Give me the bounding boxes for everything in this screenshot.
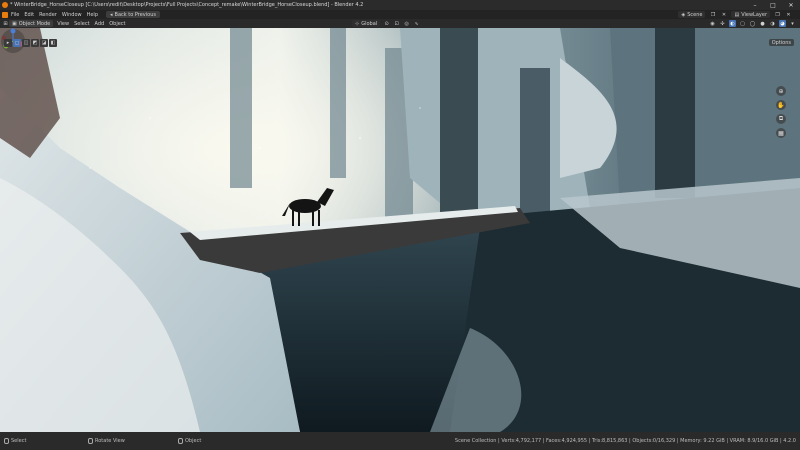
scene-icon: ◈ xyxy=(681,11,686,18)
orientation-selector[interactable]: ⊹ Global xyxy=(352,20,381,27)
pivot-icon[interactable]: ⊙ xyxy=(383,20,390,27)
menu-file[interactable]: File xyxy=(11,12,19,18)
toggle-toolbar-icon[interactable]: ▸ xyxy=(4,39,12,47)
back-icon: ◂ xyxy=(110,11,113,18)
status-bar: Select Rotate View Object Scene Collecti… xyxy=(0,432,800,450)
orientation-icon: ⊹ xyxy=(355,20,360,27)
delete-view-layer-icon[interactable]: ✕ xyxy=(785,11,792,18)
back-label: Back to Previous xyxy=(114,11,156,18)
pan-hand-icon[interactable]: ✋ xyxy=(776,100,786,110)
shading-dropdown-icon[interactable]: ▾ xyxy=(789,20,796,27)
scene-selector[interactable]: ◈ Scene xyxy=(678,11,706,18)
rendered-scene xyxy=(0,28,800,432)
orientation-label: Global xyxy=(361,20,378,27)
object-mode-icon: ▣ xyxy=(12,20,17,27)
viewport-header: ⊞ ▣ Object Mode View Select Add Object ⊹… xyxy=(0,19,800,28)
status-object: Object xyxy=(178,438,201,444)
select-box-icon[interactable]: ◻ xyxy=(13,39,21,47)
close-button[interactable]: ✕ xyxy=(782,0,800,10)
select-intersect-icon[interactable]: ◧ xyxy=(49,39,57,47)
transform-controls: ⊹ Global ⊙ ⊡ ◎ ∿ xyxy=(352,20,420,27)
options-button[interactable]: Options xyxy=(768,39,794,46)
menu-bar: File Edit Render Window Help ◂ Back to P… xyxy=(0,10,800,19)
falloff-icon[interactable]: ∿ xyxy=(413,20,420,27)
menu-object[interactable]: Object xyxy=(109,21,125,27)
scene-name: Scene xyxy=(687,11,703,18)
right-mouse-icon xyxy=(178,438,183,444)
select-subtract-icon[interactable]: ◩ xyxy=(31,39,39,47)
overlay-icon[interactable]: ◐ xyxy=(729,20,736,27)
menu-render[interactable]: Render xyxy=(39,12,57,18)
view-layer-name: ViewLayer xyxy=(741,11,767,18)
mode-selector[interactable]: ▣ Object Mode xyxy=(9,20,54,27)
status-select: Select xyxy=(4,438,26,444)
window-controls: – □ ✕ xyxy=(746,0,800,10)
menu-add[interactable]: Add xyxy=(95,21,105,27)
menu-edit[interactable]: Edit xyxy=(24,12,34,18)
xray-icon[interactable]: ▢ xyxy=(739,20,746,27)
menu-window[interactable]: Window xyxy=(62,12,82,18)
visibility-icon[interactable]: ◉ xyxy=(709,20,716,27)
back-to-previous-button[interactable]: ◂ Back to Previous xyxy=(106,11,160,18)
left-mouse-icon xyxy=(4,438,9,444)
new-view-layer-icon[interactable]: ❐ xyxy=(774,11,781,18)
gizmo-icon[interactable]: ✣ xyxy=(719,20,726,27)
select-extend-icon[interactable]: ◫ xyxy=(22,39,30,47)
material-shading-icon[interactable]: ◑ xyxy=(769,20,776,27)
view-layer-selector[interactable]: ▤ ViewLayer xyxy=(731,11,770,18)
scene-selectors: ◈ Scene ❐ ✕ ▤ ViewLayer ❐ ✕ xyxy=(678,10,792,19)
proportional-edit-icon[interactable]: ◎ xyxy=(403,20,410,27)
editor-type-icon[interactable]: ⊞ xyxy=(2,20,9,27)
wireframe-shading-icon[interactable]: ◯ xyxy=(749,20,756,27)
blender-logo-icon xyxy=(2,2,8,8)
blender-menu-icon[interactable] xyxy=(2,11,8,18)
new-scene-icon[interactable]: ❐ xyxy=(709,11,716,18)
mode-label: Object Mode xyxy=(18,20,51,27)
viewport-shading-controls: ◉ ✣ ◐ ▢ ◯ ● ◑ ◕ ▾ xyxy=(709,20,796,27)
select-invert-icon[interactable]: ◪ xyxy=(40,39,48,47)
scene-statistics: Scene Collection | Verts:4,792,177 | Fac… xyxy=(454,438,796,444)
view-layer-icon: ▤ xyxy=(734,11,740,18)
solid-shading-icon[interactable]: ● xyxy=(759,20,766,27)
rendered-shading-icon[interactable]: ◕ xyxy=(779,20,786,27)
zoom-icon[interactable]: ⊕ xyxy=(776,86,786,96)
delete-scene-icon[interactable]: ✕ xyxy=(720,11,727,18)
title-bar: * WinterBridge_HorseCloseup [C:\Users\re… xyxy=(0,0,800,10)
status-rotate: Rotate View xyxy=(88,438,125,444)
options-label: Options xyxy=(771,39,791,46)
middle-mouse-icon xyxy=(88,438,93,444)
menu-select[interactable]: Select xyxy=(74,21,89,27)
camera-view-icon[interactable]: ⧉ xyxy=(776,114,786,124)
3d-viewport[interactable] xyxy=(0,28,800,432)
maximize-button[interactable]: □ xyxy=(764,0,782,10)
menu-view[interactable]: View xyxy=(57,21,69,27)
minimize-button[interactable]: – xyxy=(746,0,764,10)
snap-icon[interactable]: ⊡ xyxy=(393,20,400,27)
menu-help[interactable]: Help xyxy=(87,12,98,18)
selection-tools: ▸ ◻ ◫ ◩ ◪ ◧ xyxy=(4,39,57,47)
window-title: * WinterBridge_HorseCloseup [C:\Users\re… xyxy=(10,2,364,8)
perspective-toggle-icon[interactable]: ▦ xyxy=(776,128,786,138)
